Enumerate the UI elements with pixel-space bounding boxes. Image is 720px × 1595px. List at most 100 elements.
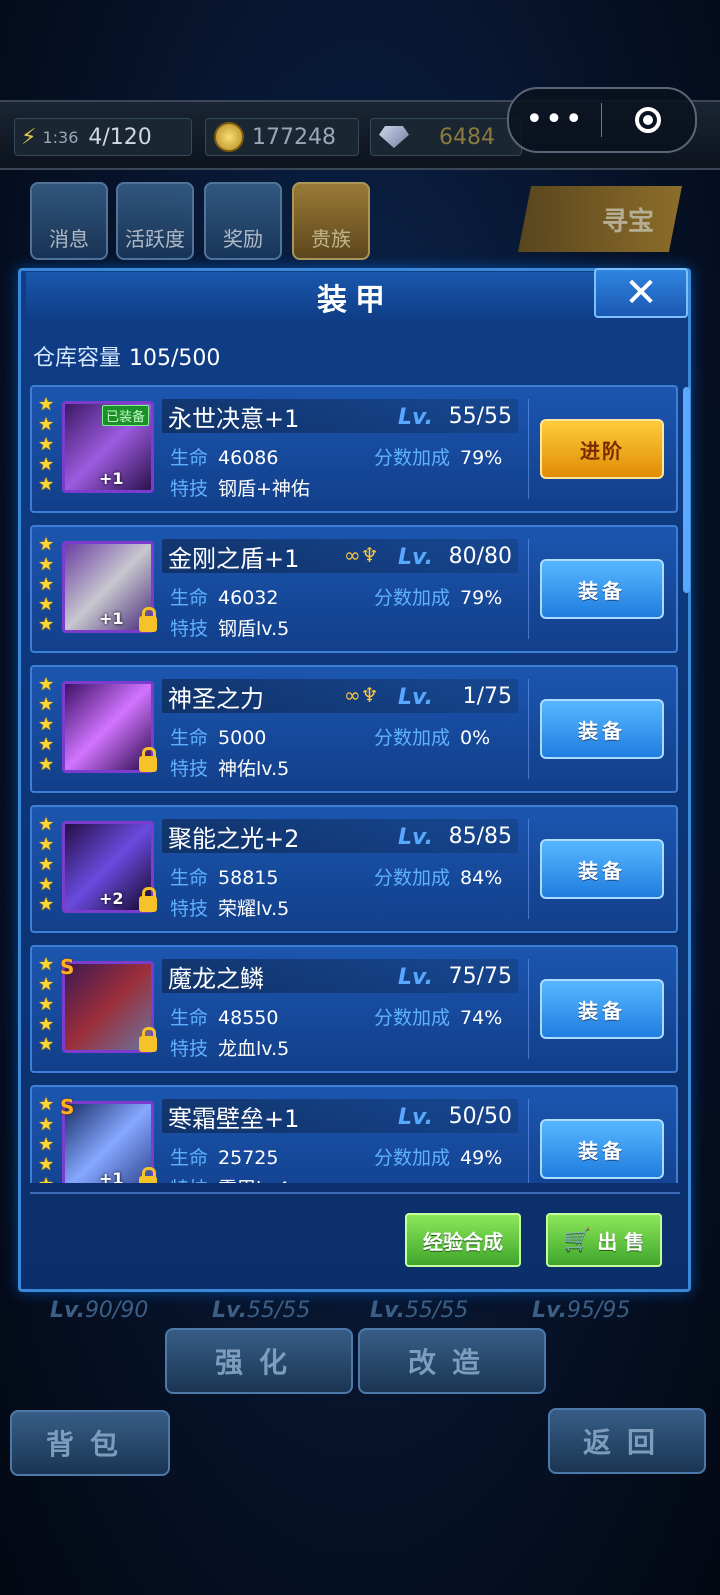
armor-icon[interactable] (62, 961, 157, 1053)
skill-value: 钢盾lv.5 (218, 618, 290, 640)
level-label: Lv. (398, 685, 433, 710)
nav-messages[interactable]: 消息 (30, 182, 108, 260)
nav-rewards-label: 奖励 (223, 227, 263, 251)
more-icon[interactable]: ••• (509, 105, 601, 135)
item-divider (528, 679, 529, 779)
equipped-badge: 已装备 (102, 405, 150, 426)
link-icon: ∞♆ (344, 543, 379, 567)
skill-label: 特技 (170, 478, 209, 500)
treasure-label: 寻宝 (601, 206, 654, 237)
skill-row: 特技 钢盾lv.5 (170, 614, 289, 641)
advance-button[interactable]: 进阶 (540, 419, 664, 479)
star-icon: ★ (38, 734, 55, 755)
armor-icon[interactable]: +2 (62, 821, 157, 913)
item-divider (528, 959, 529, 1059)
star-icon: ★ (38, 614, 55, 635)
bg-level-1: Lv.90/90 (50, 1298, 149, 1323)
skill-row: 特技 钢盾+神佑 (170, 474, 310, 501)
coin-box[interactable]: 177248 (205, 118, 359, 156)
item-divider (528, 539, 529, 639)
equip-button[interactable]: 装备 (540, 1119, 664, 1179)
skill-row: 特技 霜甲lv.4 (170, 1174, 289, 1183)
nav-noble[interactable]: 贵族 (292, 182, 370, 260)
level-label: Lv. (398, 1105, 433, 1130)
star-icon: ★ (38, 1154, 55, 1175)
armor-item[interactable]: ★★★★★+1S寒霜壁垒+1Lv.50/50生命25725分数加成49%特技霜甲… (30, 1085, 678, 1183)
list-scrollbar[interactable] (683, 387, 690, 593)
modify-button[interactable]: 改造 (358, 1328, 546, 1394)
close-miniprogram-button[interactable] (602, 107, 694, 133)
equip-button[interactable]: 装备 (540, 979, 664, 1039)
back-button[interactable]: 返回 (548, 1408, 706, 1474)
skill-value: 荣耀lv.5 (218, 898, 290, 920)
sell-button[interactable]: 🛒 出 售 (546, 1213, 662, 1267)
equip-button[interactable]: 装备 (540, 839, 664, 899)
bonus-label: 分数加成 (374, 447, 451, 469)
armor-item[interactable]: ★ ★ ★ ★ ★ +2 聚能之光+2 Lv. 85/85 生命 58815 分数加成 84% 特技 荣耀l… (30, 805, 678, 933)
star-icon: ★ (38, 1014, 55, 1035)
armor-item[interactable]: ★ ★ ★ ★ ★ 神圣之力 ∞♆ Lv. 1/75 生命 5000 分数加成 0% 特技 神佑lv.5 装备 (30, 665, 678, 793)
star-icon: ★ (38, 874, 55, 895)
exp-merge-button[interactable]: 经验合成 (405, 1213, 521, 1267)
level-value: 1/75 (462, 684, 512, 709)
equip-button[interactable]: 装备 (540, 559, 664, 619)
bag-button[interactable]: 背包 (10, 1410, 170, 1476)
bonus-row: 分数加成 49% (374, 1143, 502, 1170)
close-button[interactable]: ✕ (594, 268, 688, 318)
skill-label: 特技 (170, 758, 209, 780)
star-rating: ★★★★★ (38, 535, 58, 635)
coin-count: 177248 (252, 124, 336, 150)
star-icon: ★ (38, 1134, 55, 1155)
hp-value: 48550 (218, 1007, 279, 1029)
level-value: 85/85 (448, 824, 512, 849)
enhance-button[interactable]: 强化 (165, 1328, 353, 1394)
nav-activity[interactable]: 活跃度 (116, 182, 194, 260)
star-icon: ★ (38, 854, 55, 875)
armor-item[interactable]: ★ ★ ★ ★ ★ +1 已装备 永世决意+1 Lv. 55/55 生命 46086 分数加成 79% 特技… (30, 385, 678, 513)
skill-row: 特技 荣耀lv.5 (170, 894, 289, 921)
star-icon: ★ (38, 714, 55, 735)
level-value: 55/55 (448, 404, 512, 429)
bg-level-4: Lv.95/95 (532, 1298, 631, 1323)
lock-icon (139, 607, 157, 632)
nav-rewards[interactable]: 奖励 (204, 182, 282, 260)
armor-item[interactable]: ★ ★ ★ ★ ★ +1 金刚之盾+1 ∞♆ Lv. 80/80 生命 46032 分数加成 79% 特技钢… (30, 525, 678, 653)
energy-box[interactable]: ⚡ 1:36 4/120 (14, 118, 192, 156)
equip-button[interactable]: 装备 (540, 699, 664, 759)
star-icon: ★ (38, 1114, 55, 1135)
star-icon: ★ (38, 1175, 58, 1184)
armor-icon[interactable]: +1 (62, 541, 157, 633)
bonus-label: 分数加成 (374, 727, 451, 749)
armor-icon[interactable]: +1 (62, 1101, 157, 1183)
armor-list[interactable]: ★ ★ ★ ★ ★ +1 已装备 永世决意+1 Lv. 55/55 生命 46086 分数加成 79% 特技… (30, 385, 678, 1183)
close-icon: ✕ (624, 270, 658, 316)
enhance-level: +2 (99, 889, 124, 908)
skill-row: 特技 神佑lv.5 (170, 754, 289, 781)
skill-label: 特技 (170, 1178, 208, 1183)
armor-item[interactable]: ★ ★ ★ ★ ★ S 魔龙之鳞 Lv. 75/75 生命 48550 分数加成 74% 特技 龙血lv.5… (30, 945, 678, 1073)
lock-icon (139, 1027, 157, 1052)
level-value: 75/75 (448, 964, 512, 989)
armor-icon[interactable] (62, 681, 157, 773)
enhance-level: +1 (99, 1169, 124, 1183)
energy-count: 4/120 (88, 124, 152, 150)
nav-noble-label: 贵族 (311, 227, 351, 251)
bonus-value: 84% (460, 867, 503, 889)
star-icon: ★ (38, 754, 55, 775)
skill-value: 霜甲lv.4 (218, 1178, 289, 1183)
treasure-button[interactable]: 寻宝 (518, 186, 682, 252)
star-icon: ★ (38, 1094, 55, 1115)
skill-value: 钢盾+神佑 (218, 478, 310, 500)
armor-name: 金刚之盾+1 (168, 545, 300, 573)
level-label: Lv. (398, 965, 433, 990)
bg-level-2: Lv.55/55 (212, 1298, 311, 1323)
star-icon: ★ (38, 674, 55, 695)
star-icon: ★ (38, 954, 55, 975)
star-icon: ★ (38, 834, 55, 855)
star-icon: ★ (38, 814, 55, 835)
star-icon: ★ (38, 994, 55, 1015)
star-icon: ★ (38, 454, 55, 475)
gem-box[interactable]: 6484 (370, 118, 522, 156)
hp-label: 生命 (170, 587, 209, 609)
lock-icon (139, 1167, 157, 1183)
